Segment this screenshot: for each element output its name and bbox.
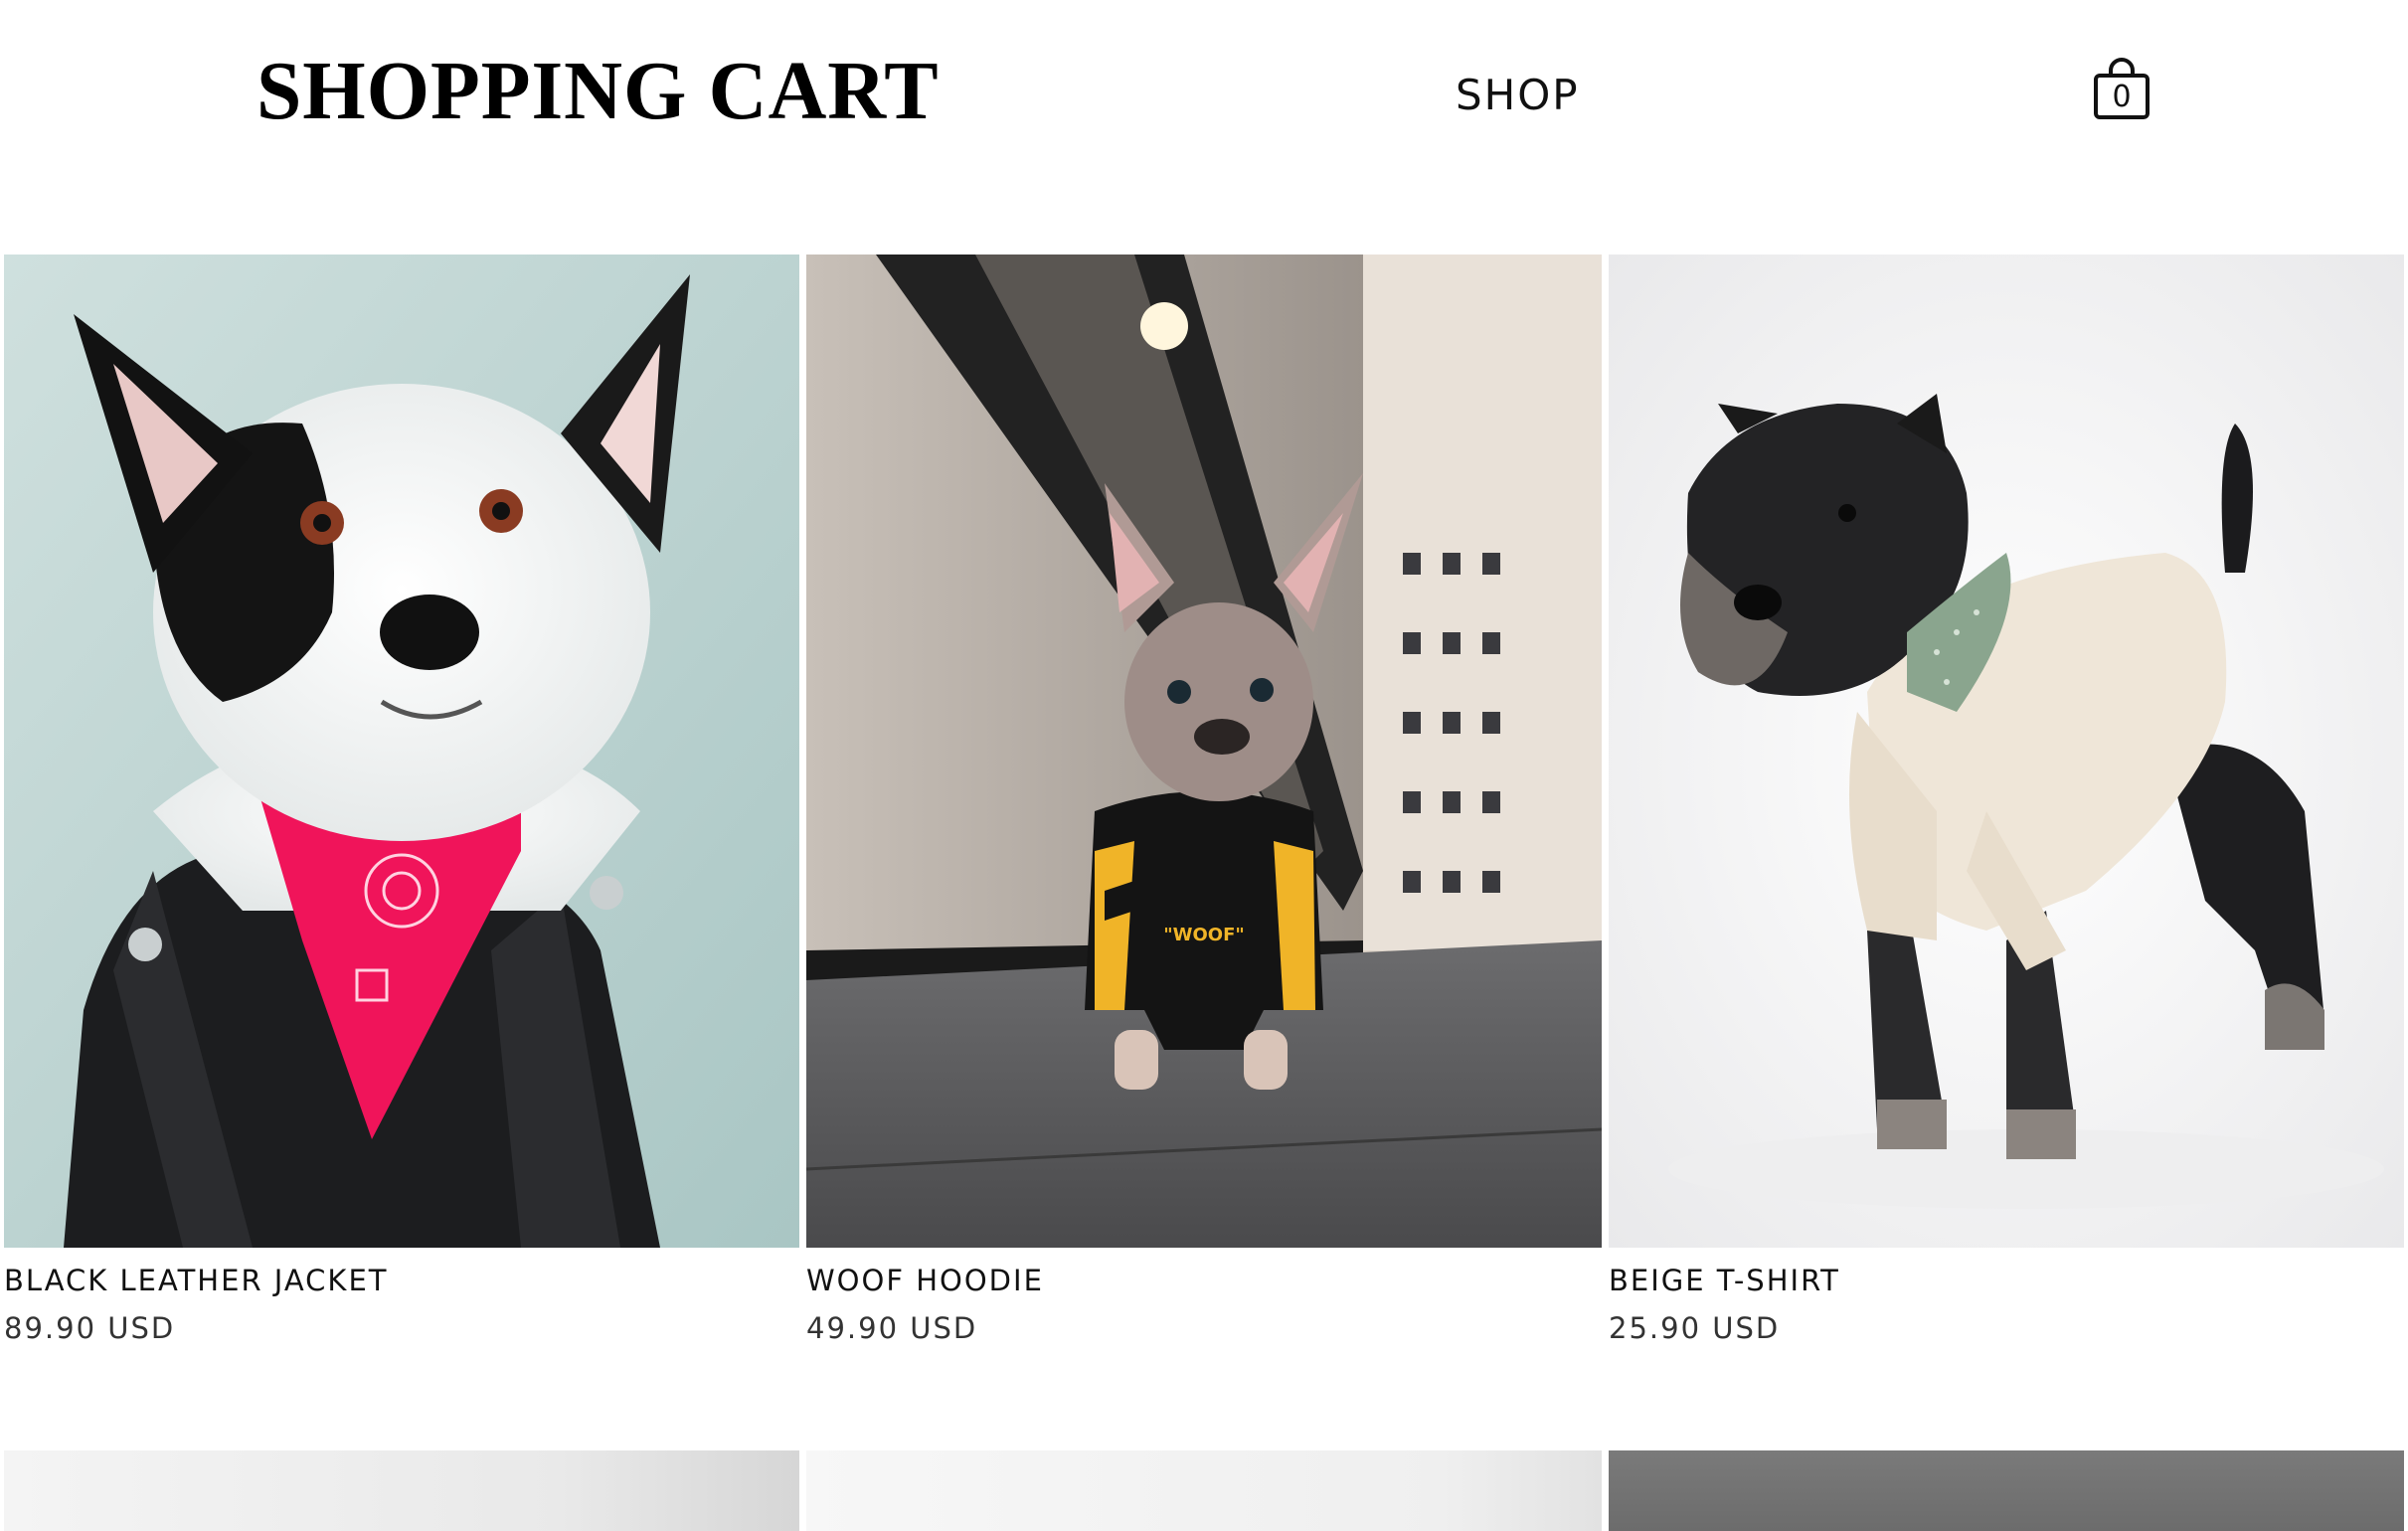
product-image[interactable] — [1609, 255, 2404, 1248]
site-logo[interactable]: SHOPPING CART — [257, 42, 940, 141]
product-image[interactable] — [4, 255, 799, 1248]
product-image-partial[interactable] — [4, 1450, 799, 1531]
nav-shop-link[interactable]: SHOP — [1456, 68, 1580, 123]
cart-button[interactable]: 0 — [2092, 56, 2151, 121]
product-price: 49.90 USD — [806, 1311, 978, 1345]
product-image[interactable]: "WOOF" — [806, 255, 1602, 1248]
product-name[interactable]: WOOF HOODIE — [806, 1259, 1044, 1302]
cart-count-badge: 0 — [2112, 80, 2132, 114]
product-image-partial[interactable] — [1609, 1450, 2404, 1531]
product-name[interactable]: BLACK LEATHER JACKET — [4, 1259, 389, 1302]
product-photo-schnauzer — [1609, 255, 2404, 1248]
site-header: SHOPPING CART SHOP 0 — [0, 0, 2408, 179]
svg-text:"WOOF": "WOOF" — [1163, 925, 1245, 945]
product-photo-bulldog: "WOOF" — [806, 255, 1602, 1248]
product-price: 25.90 USD — [1609, 1311, 1781, 1345]
product-price: 89.90 USD — [4, 1311, 176, 1345]
product-photo-collie — [4, 255, 799, 1248]
product-image-partial[interactable] — [806, 1450, 1602, 1531]
product-name[interactable]: BEIGE T-SHIRT — [1609, 1259, 1840, 1302]
